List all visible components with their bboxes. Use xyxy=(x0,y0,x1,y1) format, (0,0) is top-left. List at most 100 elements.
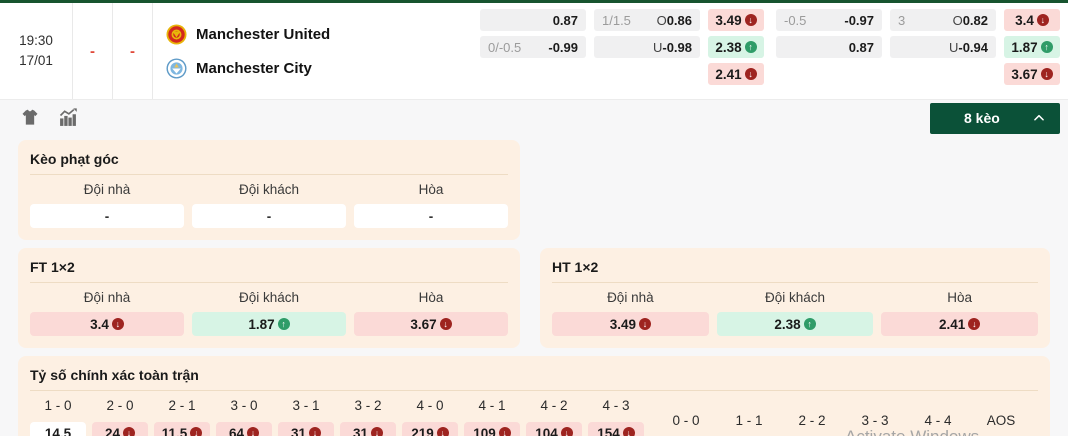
score-label: 2 - 1 xyxy=(154,398,210,418)
ft-home-odds[interactable]: 3.4↓ xyxy=(30,312,184,336)
draw-odds-cell[interactable]: 2.41↓ xyxy=(708,63,764,85)
home-win-odds-cell[interactable]: 3.4↓ xyxy=(1004,9,1060,31)
trend-down-icon: ↓ xyxy=(745,68,757,80)
away-header: Đội khách xyxy=(717,290,874,305)
match-odds-area: 0.87 1/1.5 O 0.86 3.49↓ 0/-0.5 -0.99 U -… xyxy=(480,3,1068,99)
trend-up-icon: ↑ xyxy=(745,41,757,53)
home-team-row[interactable]: Manchester United xyxy=(166,24,480,45)
corner-odds-panel: Kèo phạt góc Đội nhà Đội khách Hòa - - - xyxy=(18,140,520,240)
score-odds-cell[interactable]: 64↓ xyxy=(216,422,272,436)
odds-values-row: - - - xyxy=(30,204,508,228)
away-team-row[interactable]: Manchester City xyxy=(166,58,480,79)
away-team-name: Manchester City xyxy=(196,60,312,77)
odds-panels-area: Kèo phạt góc Đội nhà Đội khách Hòa - - -… xyxy=(0,136,1068,436)
manchester-city-logo-icon xyxy=(166,58,187,79)
handicap-odds-cell[interactable]: -0.5 -0.97 xyxy=(776,9,882,31)
score-odds-cell[interactable]: 11.5↓ xyxy=(154,422,210,436)
corner-away-odds[interactable]: - xyxy=(192,204,346,228)
score-column: 3 - 2 31↓ 17.5↓ xyxy=(340,398,396,436)
odds-values-row: 3.4↓ 1.87↑ 3.67↓ xyxy=(30,312,508,336)
score-column: 3 - 0 64↓ 17↑ xyxy=(216,398,272,436)
score-column: AOS 15 xyxy=(973,413,1029,436)
score-label: 3 - 0 xyxy=(216,398,272,418)
handicap-odds-cell[interactable]: 0.87 xyxy=(776,36,882,58)
trend-up-icon: ↑ xyxy=(278,318,290,330)
trend-down-icon: ↓ xyxy=(371,427,383,436)
trend-down-icon: ↓ xyxy=(499,427,511,436)
match-date: 17/01 xyxy=(19,51,53,71)
trend-down-icon: ↓ xyxy=(623,427,635,436)
draw-header: Hòa xyxy=(354,290,508,305)
score-odds-cell[interactable]: 24↓ xyxy=(92,422,148,436)
trend-down-icon: ↓ xyxy=(639,318,651,330)
ht-home-odds[interactable]: 3.49↓ xyxy=(552,312,709,336)
home-score: - xyxy=(73,3,113,99)
column-headers: Đội nhà Đội khách Hòa xyxy=(30,182,508,197)
score-column: 3 - 1 31↓ 12 xyxy=(278,398,334,436)
ft-draw-odds[interactable]: 3.67↓ xyxy=(354,312,508,336)
home-header: Đội nhà xyxy=(30,182,184,197)
corner-draw-odds[interactable]: - xyxy=(354,204,508,228)
score-odds-cell[interactable]: 31↓ xyxy=(340,422,396,436)
score-label: 4 - 3 xyxy=(588,398,644,418)
score-label: 2 - 0 xyxy=(92,398,148,418)
home-header: Đội nhà xyxy=(552,290,709,305)
score-odds-cell[interactable]: 104↓ xyxy=(526,422,582,436)
score-odds-cell[interactable]: 14.5 xyxy=(30,422,86,436)
score-odds-cell[interactable]: 31↓ xyxy=(278,422,334,436)
panel-title: Kèo phạt góc xyxy=(30,148,508,175)
score-label: 1 - 0 xyxy=(30,398,86,418)
panel-title: FT 1×2 xyxy=(30,256,508,283)
score-odds-cell[interactable]: 109↓ xyxy=(464,422,520,436)
score-label: AOS xyxy=(973,413,1029,433)
odds-group-1: 0.87 1/1.5 O 0.86 3.49↓ 0/-0.5 -0.99 U -… xyxy=(480,9,764,99)
away-win-odds-cell[interactable]: 2.38↑ xyxy=(708,36,764,58)
toolbar: 8 kèo xyxy=(0,100,1068,136)
score-column: 1 - 0 14.5 9↑ xyxy=(30,398,86,436)
trend-down-icon: ↓ xyxy=(440,318,452,330)
over-odds-cell[interactable]: 1/1.5 O 0.86 xyxy=(594,9,700,31)
odds-group-2: -0.5 -0.97 3 O 0.82 3.4↓ 0.87 U -0.94 1.… xyxy=(776,9,1060,99)
score-odds-cell[interactable]: 154↓ xyxy=(588,422,644,436)
column-headers: Đội nhà Đội khách Hòa xyxy=(30,290,508,305)
trend-down-icon: ↓ xyxy=(561,427,573,436)
ht-draw-odds[interactable]: 2.41↓ xyxy=(881,312,1038,336)
ft-away-odds[interactable]: 1.87↑ xyxy=(192,312,346,336)
match-time-column: 19:30 17/01 xyxy=(0,3,73,99)
over-odds-cell[interactable]: 3 O 0.82 xyxy=(890,9,996,31)
trend-down-icon: ↓ xyxy=(112,318,124,330)
away-header: Đội khách xyxy=(192,182,346,197)
trend-up-icon: ↑ xyxy=(804,318,816,330)
away-win-odds-cell[interactable]: 1.87↑ xyxy=(1004,36,1060,58)
score-label: 2 - 2 xyxy=(784,413,840,433)
score-odds-cell[interactable]: 219↓ xyxy=(402,422,458,436)
handicap-odds-cell[interactable]: 0/-0.5 -0.99 xyxy=(480,36,586,58)
correct-score-panel: Tỷ số chính xác toàn trận 1 - 0 14.5 9↑ … xyxy=(18,356,1050,436)
trend-down-icon: ↓ xyxy=(1037,14,1049,26)
handicap-odds-cell[interactable]: 0.87 xyxy=(480,9,586,31)
score-label: 3 - 1 xyxy=(278,398,334,418)
under-odds-cell[interactable]: U -0.98 xyxy=(594,36,700,58)
draw-header: Hòa xyxy=(354,182,508,197)
ht-1x2-panel: HT 1×2 Đội nhà Đội khách Hòa 3.49↓ 2.38↑… xyxy=(540,248,1050,348)
bets-count-label: 8 kèo xyxy=(964,110,1000,126)
score-column: 2 - 0 24↓ 10↑ xyxy=(92,398,148,436)
home-win-odds-cell[interactable]: 3.49↓ xyxy=(708,9,764,31)
trend-down-icon: ↓ xyxy=(123,427,135,436)
draw-odds-cell[interactable]: 3.67↓ xyxy=(1004,63,1060,85)
home-header: Đội nhà xyxy=(30,290,184,305)
trend-up-icon: ↑ xyxy=(1041,41,1053,53)
bets-count-button[interactable]: 8 kèo xyxy=(930,103,1060,134)
trend-down-icon: ↓ xyxy=(190,427,202,436)
score-label: 4 - 1 xyxy=(464,398,520,418)
ht-away-odds[interactable]: 2.38↑ xyxy=(717,312,874,336)
ft-ht-panels-row: FT 1×2 Đội nhà Đội khách Hòa 3.4↓ 1.87↑ … xyxy=(18,248,1050,348)
jersey-icon[interactable] xyxy=(20,108,40,128)
stats-icon[interactable] xyxy=(58,108,78,128)
score-column: 2 - 2 11.5↓ xyxy=(784,413,840,436)
corner-home-odds[interactable]: - xyxy=(30,204,184,228)
activate-windows-watermark: Activate Windows xyxy=(845,427,979,436)
trend-down-icon: ↓ xyxy=(745,14,757,26)
under-odds-cell[interactable]: U -0.94 xyxy=(890,36,996,58)
score-label: 4 - 2 xyxy=(526,398,582,418)
